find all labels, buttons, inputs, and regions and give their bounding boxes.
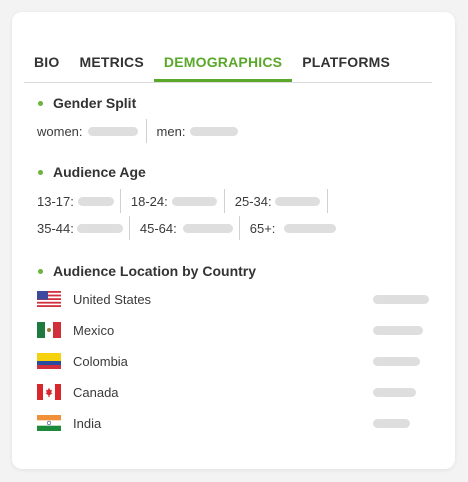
age-bucket-35-44: 35-44:: [37, 216, 123, 240]
age-bucket-13-17: 13-17:: [37, 189, 114, 213]
age-bucket-label: 35-44:: [37, 220, 74, 236]
tab-bio[interactable]: BIO: [24, 42, 70, 82]
divider: [128, 216, 130, 240]
country-share-placeholder: [373, 295, 429, 304]
age-bucket-18-24: 18-24:: [131, 189, 217, 213]
country-share-placeholder: [373, 357, 420, 366]
age-value-placeholder: [274, 196, 320, 206]
men-label: men:: [156, 123, 186, 139]
age-row-2: 35-44: 45-64: 65+:: [37, 216, 337, 240]
age-value-placeholder: [77, 196, 114, 206]
women-value-placeholder: [87, 126, 138, 136]
audience-age-heading: Audience Age: [36, 164, 146, 180]
country-name: Canada: [73, 384, 119, 400]
country-name: Colombia: [73, 353, 128, 369]
country-name: India: [73, 415, 102, 431]
mexico-flag-icon: [37, 322, 61, 338]
age-bucket-25-34: 25-34:: [235, 189, 320, 213]
age-bucket-label: 65+:: [249, 220, 276, 236]
gender-split-title: Gender Split: [53, 95, 137, 111]
age-bucket-label: 13-17:: [37, 193, 74, 209]
country-share-placeholder: [373, 388, 416, 397]
divider: [223, 189, 225, 213]
age-value-placeholder: [284, 223, 337, 233]
country-row-canada: Canada: [37, 382, 119, 402]
gender-split-heading: Gender Split: [36, 95, 136, 111]
bullet-icon: [38, 268, 43, 274]
country-row-colombia: Colombia: [37, 351, 128, 371]
country-row-india: India: [37, 413, 101, 433]
divider: [145, 119, 147, 143]
india-flag-icon: [37, 415, 61, 431]
country-name: United States: [73, 291, 152, 307]
age-bucket-65-plus: 65+:: [250, 216, 337, 240]
age-bucket-label: 18-24:: [130, 193, 168, 209]
audience-age-title: Audience Age: [53, 164, 146, 180]
age-bucket-label: 25-34:: [234, 193, 272, 209]
audience-location-title: Audience Location by Country: [53, 263, 257, 279]
country-share-placeholder: [373, 419, 410, 428]
age-row-1: 13-17: 18-24: 25-34:: [37, 189, 328, 213]
bullet-icon: [38, 100, 43, 106]
divider: [119, 189, 121, 213]
country-share-placeholder: [373, 326, 423, 335]
colombia-flag-icon: [37, 353, 61, 369]
women-label: women:: [37, 123, 83, 139]
gender-men: men:: [157, 119, 239, 143]
tab-bar: BIO METRICS DEMOGRAPHICS PLATFORMS: [24, 42, 432, 83]
divider: [326, 189, 328, 213]
age-bucket-45-64: 45-64:: [140, 216, 233, 240]
canada-flag-icon: [37, 384, 61, 400]
tab-metrics[interactable]: METRICS: [70, 42, 154, 82]
tab-demographics[interactable]: DEMOGRAPHICS: [153, 42, 293, 82]
men-value-placeholder: [190, 126, 239, 136]
gender-split-row: women: men:: [37, 119, 239, 143]
age-value-placeholder: [171, 196, 217, 206]
country-row-united-states: United States: [37, 289, 151, 309]
bullet-icon: [38, 169, 43, 175]
age-bucket-label: 45-64:: [139, 220, 177, 236]
country-row-mexico: Mexico: [37, 320, 114, 340]
tab-platforms[interactable]: PLATFORMS: [292, 42, 400, 82]
country-name: Mexico: [73, 322, 115, 338]
divider: [238, 216, 240, 240]
audience-location-heading: Audience Location by Country: [36, 263, 256, 279]
us-flag-icon: [37, 291, 61, 307]
age-value-placeholder: [76, 223, 123, 233]
age-value-placeholder: [182, 223, 233, 233]
gender-women: women:: [37, 119, 138, 143]
